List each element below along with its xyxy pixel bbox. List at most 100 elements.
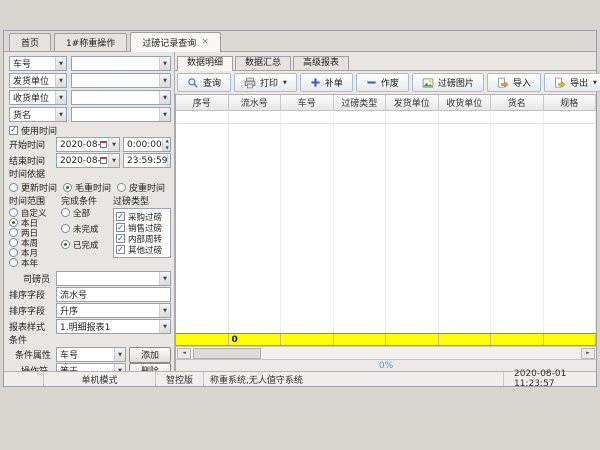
col-header-shipper[interactable]: 发货单位 <box>386 95 439 110</box>
check-internal[interactable]: ✓内部周转 <box>116 233 168 244</box>
radio-icon[interactable] <box>9 183 18 192</box>
radio-selected-icon[interactable] <box>61 240 70 249</box>
start-time-row: 开始时间 2020-08-01 0:00:00 ▲▼ <box>9 137 171 152</box>
col-header-spec[interactable]: 规格 <box>544 95 597 110</box>
chevron-down-icon[interactable] <box>159 272 170 285</box>
tab-weighing-operation[interactable]: 1#称重操作 <box>54 33 127 51</box>
radio-icon[interactable] <box>61 224 70 233</box>
end-time-spinner[interactable]: 23:59:59 ▲▼ <box>123 153 171 168</box>
check-purchase[interactable]: ✓采购过磅 <box>116 211 168 222</box>
chevron-down-icon[interactable] <box>159 57 170 70</box>
scroll-right-icon[interactable]: ► <box>581 348 595 359</box>
tab-data-summary[interactable]: 数据汇总 <box>235 56 291 70</box>
chevron-down-icon[interactable] <box>159 304 170 317</box>
end-time-label: 结束时间 <box>9 154 53 167</box>
sort-order-combo[interactable]: 升序 <box>56 303 171 318</box>
goods-field-combo[interactable]: 货名 <box>9 107 67 122</box>
radio-unfinished[interactable]: 未完成 <box>61 224 113 233</box>
end-date-picker[interactable]: 2020-08-01 <box>56 153 120 168</box>
chevron-down-icon[interactable] <box>159 320 170 333</box>
col-header-seq[interactable]: 序号 <box>176 95 229 110</box>
receiver-value-combo[interactable] <box>71 90 171 105</box>
tab-home[interactable]: 首页 <box>9 33 51 51</box>
supplement-button[interactable]: 补单 <box>300 73 353 92</box>
delete-button[interactable]: 删除 <box>129 363 171 372</box>
radio-icon[interactable] <box>9 228 18 237</box>
add-button[interactable]: 添加 <box>129 347 171 363</box>
print-button[interactable]: 打印 ▼ <box>234 73 297 92</box>
tab-data-detail[interactable]: 数据明细 <box>177 56 233 71</box>
receiver-field-combo[interactable]: 收货单位 <box>9 90 67 105</box>
check-sale[interactable]: ✓销售过磅 <box>116 222 168 233</box>
search-icon <box>187 77 199 89</box>
export-button[interactable]: 导出 ▼ <box>544 73 600 92</box>
query-button[interactable]: 查询 <box>177 73 231 92</box>
tab-record-query[interactable]: 过磅记录查询 × <box>130 32 221 52</box>
radio-all[interactable]: 全部 <box>61 208 113 217</box>
vehicle-value-combo[interactable] <box>71 56 171 71</box>
check-other[interactable]: ✓其他过磅 <box>116 244 168 255</box>
chevron-down-icon[interactable] <box>159 74 170 87</box>
col-header-serial[interactable]: 流水号 <box>229 95 282 110</box>
shipper-field-combo[interactable]: 发货单位 <box>9 73 67 88</box>
col-header-weigh-type[interactable]: 过磅类型 <box>334 95 387 110</box>
radio-selected-icon[interactable] <box>63 183 72 192</box>
chevron-down-icon[interactable] <box>55 108 66 121</box>
radio-icon[interactable] <box>9 258 18 267</box>
condition-op-combo[interactable]: 等于 <box>56 363 126 371</box>
col-header-vehicle[interactable]: 车号 <box>281 95 334 110</box>
vehicle-field-combo[interactable]: 车号 <box>9 56 67 71</box>
weigh-photos-button[interactable]: 过磅图片 <box>412 73 484 92</box>
checkbox-icon[interactable]: ✓ <box>116 223 125 232</box>
scroll-left-icon[interactable]: ◄ <box>177 348 191 359</box>
col-header-goods[interactable]: 货名 <box>491 95 544 110</box>
void-button[interactable]: 作废 <box>356 73 409 92</box>
tab-advanced-report[interactable]: 高级报表 <box>293 56 349 70</box>
chevron-down-icon[interactable] <box>55 74 66 87</box>
radio-tare-time[interactable]: 皮重时间 <box>117 181 165 193</box>
chevron-down-icon[interactable] <box>55 91 66 104</box>
start-time-spinner[interactable]: 0:00:00 ▲▼ <box>123 137 171 152</box>
condition-title: 条件 <box>9 336 171 346</box>
checkbox-icon[interactable]: ✓ <box>116 234 125 243</box>
minus-icon <box>366 77 377 88</box>
spinner-arrows-icon[interactable]: ▲▼ <box>162 138 171 151</box>
chevron-down-icon[interactable] <box>159 91 170 104</box>
condition-attr-combo[interactable]: 车号 <box>56 347 126 362</box>
horizontal-scrollbar[interactable]: ◄ ► <box>176 346 596 359</box>
time-basis-title: 时间依据 <box>9 170 171 180</box>
radio-icon[interactable] <box>61 208 70 217</box>
radio-gross-time[interactable]: 毛重时间 <box>63 181 111 193</box>
checkbox-icon[interactable]: ✓ <box>116 212 125 221</box>
report-style-combo[interactable]: 1.明细报表1 <box>56 319 171 334</box>
start-date-picker[interactable]: 2020-08-01 <box>56 137 120 152</box>
chevron-down-icon[interactable]: ▼ <box>283 80 287 86</box>
chevron-down-icon[interactable] <box>108 154 119 167</box>
chevron-down-icon[interactable] <box>114 364 125 371</box>
col-header-receiver[interactable]: 收货单位 <box>439 95 492 110</box>
scrollbar-thumb[interactable] <box>193 348 261 359</box>
shipper-value-combo[interactable] <box>71 73 171 88</box>
weigher-combo[interactable] <box>56 271 171 286</box>
sort-field-input[interactable]: 流水号 <box>56 287 171 302</box>
radio-icon[interactable] <box>9 238 18 247</box>
filter-row-vehicle: 车号 <box>9 56 171 71</box>
chevron-down-icon[interactable] <box>159 108 170 121</box>
chevron-down-icon[interactable] <box>108 138 119 151</box>
chevron-down-icon[interactable] <box>114 348 125 361</box>
radio-finished[interactable]: 已完成 <box>61 240 113 249</box>
radio-selected-icon[interactable] <box>9 218 18 227</box>
use-time-checkbox[interactable]: ✓ <box>9 126 18 135</box>
spinner-arrows-icon[interactable]: ▲▼ <box>167 154 171 167</box>
chevron-down-icon[interactable]: ▼ <box>593 80 597 86</box>
radio-icon[interactable] <box>117 183 126 192</box>
goods-value-combo[interactable] <box>71 107 171 122</box>
radio-this-year[interactable]: 本年 <box>9 258 61 267</box>
radio-update-time[interactable]: 更新时间 <box>9 181 57 193</box>
import-button[interactable]: 导入 <box>487 73 541 92</box>
checkbox-icon[interactable]: ✓ <box>116 245 125 254</box>
radio-icon[interactable] <box>9 208 18 217</box>
chevron-down-icon[interactable] <box>55 57 66 70</box>
radio-icon[interactable] <box>9 248 18 257</box>
close-icon[interactable]: × <box>201 38 209 47</box>
